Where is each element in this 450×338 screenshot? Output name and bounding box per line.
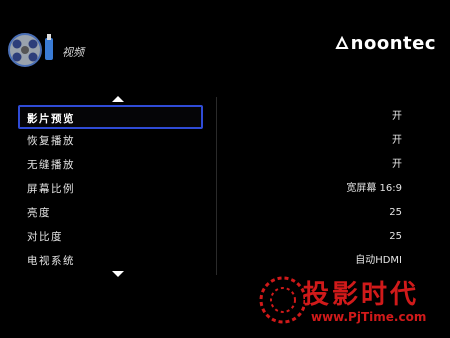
menu-item-tv-system[interactable]: 电视系统 [18, 249, 203, 273]
column-divider [216, 97, 217, 275]
menu-item-seamless-play[interactable]: 无缝播放 [18, 153, 203, 177]
menu-item-preview[interactable]: 影片预览 [18, 105, 203, 129]
value-brightness: 25 [389, 207, 402, 218]
watermark: 投影时代 www.PjTime.com [255, 270, 445, 332]
menu-item-resume-play[interactable]: 恢复播放 [18, 129, 203, 153]
menu-item-contrast[interactable]: 对比度 [18, 225, 203, 249]
watermark-logo-icon [259, 276, 305, 324]
brand-mark-icon [335, 36, 349, 49]
settings-menu: 影片预览 恢复播放 无缝播放 屏幕比例 亮度 对比度 电视系统 [18, 96, 203, 280]
value-resume-play: 开 [392, 135, 402, 146]
value-seamless-play: 开 [392, 159, 402, 170]
value-list: 开 开 开 宽屏幕 16:9 25 25 自动HDMI [262, 105, 402, 273]
watermark-url: www.PjTime.com [311, 310, 427, 324]
watermark-text: 投影时代 [303, 280, 420, 310]
scroll-down-icon[interactable] [112, 271, 124, 277]
menu-list: 影片预览 恢复播放 无缝播放 屏幕比例 亮度 对比度 电视系统 [18, 105, 203, 273]
scroll-up-icon[interactable] [112, 96, 124, 102]
video-category-icon [8, 33, 53, 67]
menu-item-brightness[interactable]: 亮度 [18, 201, 203, 225]
value-preview: 开 [392, 111, 402, 122]
page-title: 视频 [62, 46, 84, 59]
value-aspect-ratio: 宽屏幕 16:9 [346, 183, 402, 194]
brand-logo: noontec [335, 33, 436, 54]
brand-name: noontec [350, 33, 436, 54]
menu-item-aspect-ratio[interactable]: 屏幕比例 [18, 177, 203, 201]
value-contrast: 25 [389, 231, 402, 242]
